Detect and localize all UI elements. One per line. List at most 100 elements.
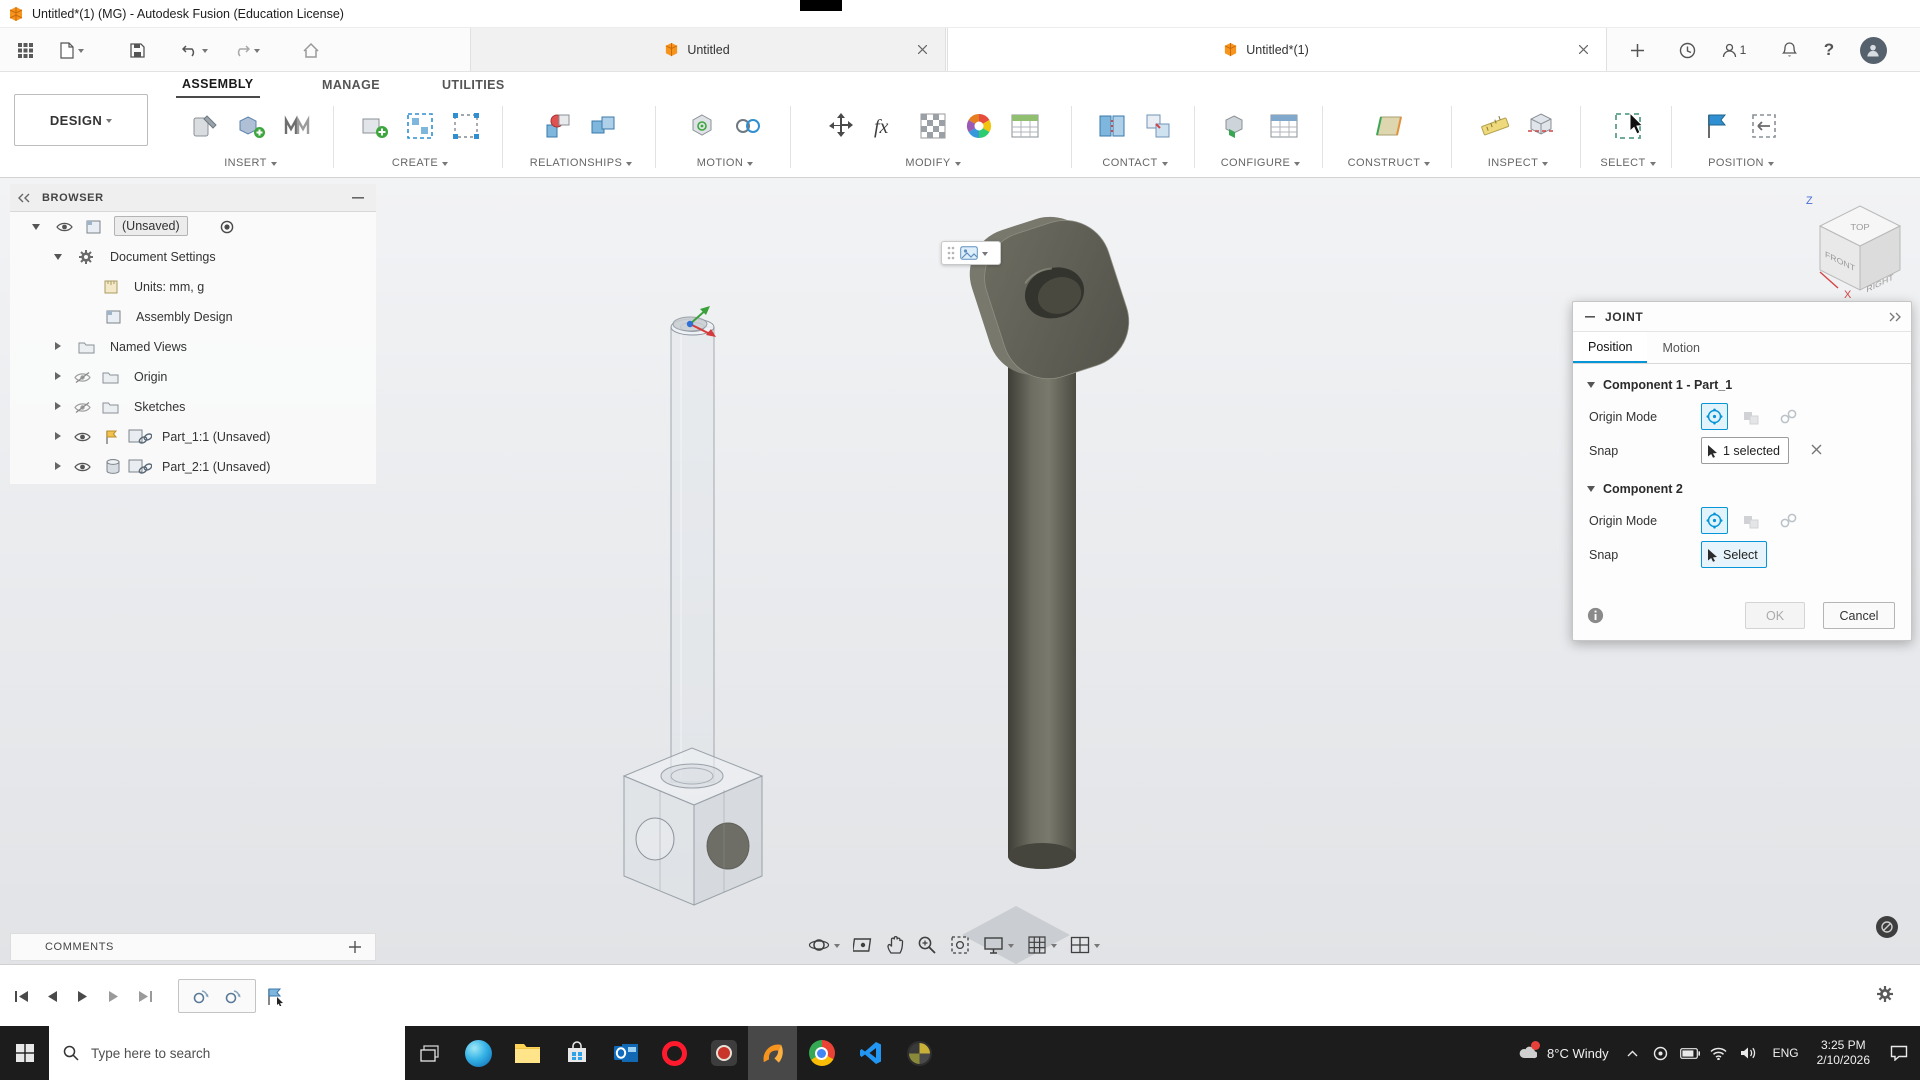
visibility-eye-icon[interactable] bbox=[74, 431, 91, 443]
browser-header[interactable]: BROWSER bbox=[10, 184, 376, 212]
profile-icon[interactable]: 1 bbox=[1712, 35, 1756, 65]
language-indicator[interactable]: ENG bbox=[1763, 1046, 1809, 1060]
wifi-icon[interactable] bbox=[1705, 1047, 1733, 1060]
taskbar-app-opera[interactable] bbox=[650, 1026, 699, 1080]
modeling-canvas[interactable]: Z TOP FRONT RIGHT X BROWSER bbox=[0, 178, 1920, 964]
revert-position-icon[interactable] bbox=[1747, 109, 1781, 143]
appearance-icon[interactable] bbox=[916, 109, 950, 143]
configuration-table-icon[interactable] bbox=[1267, 109, 1301, 143]
timeline-play-button[interactable] bbox=[70, 983, 96, 1009]
redo-button[interactable] bbox=[228, 35, 266, 65]
taskbar-app-chrome[interactable] bbox=[797, 1026, 846, 1080]
taskbar-app-outlook[interactable] bbox=[601, 1026, 650, 1080]
ribbon-group-dropdown[interactable]: CONSTRUCT bbox=[1327, 157, 1451, 169]
task-view-button[interactable] bbox=[405, 1026, 454, 1080]
insert-mcmaster-icon[interactable] bbox=[280, 109, 314, 143]
collapse-dialog-icon[interactable] bbox=[1585, 315, 1595, 319]
insert-component-icon[interactable] bbox=[234, 109, 268, 143]
display-settings-button[interactable] bbox=[983, 936, 1014, 955]
taskbar-app-edge[interactable] bbox=[454, 1026, 503, 1080]
taskbar-app-vscode[interactable] bbox=[846, 1026, 895, 1080]
browser-row-part1[interactable]: Part_1:1 (Unsaved) bbox=[10, 422, 376, 452]
zoom-button[interactable] bbox=[917, 935, 937, 955]
ok-button[interactable]: OK bbox=[1745, 602, 1805, 629]
comments-bar[interactable]: COMMENTS bbox=[10, 933, 376, 961]
browser-row-part2[interactable]: Part_2:1 (Unsaved) bbox=[10, 452, 376, 482]
ribbon-group-dropdown[interactable]: CONTACT bbox=[1076, 157, 1194, 169]
origin-mode-two-edges-button[interactable] bbox=[1775, 403, 1802, 430]
taskbar-app-fusion[interactable] bbox=[748, 1026, 797, 1080]
close-tab-icon[interactable] bbox=[911, 39, 933, 61]
tab-utilities[interactable]: UTILITIES bbox=[436, 72, 511, 98]
notifications-bell-icon[interactable] bbox=[1774, 35, 1804, 65]
origin-mode-two-edges-button[interactable] bbox=[1775, 507, 1802, 534]
move-icon[interactable] bbox=[824, 109, 858, 143]
taskbar-app-red-circle[interactable] bbox=[699, 1026, 748, 1080]
create-selection-icon[interactable] bbox=[449, 109, 483, 143]
ribbon-group-dropdown[interactable]: INSPECT bbox=[1456, 157, 1580, 169]
weather-status[interactable]: 8°C Windy bbox=[1543, 1046, 1619, 1061]
user-avatar[interactable] bbox=[1858, 35, 1888, 65]
search-input[interactable] bbox=[91, 1046, 371, 1061]
joint-origin-icon[interactable] bbox=[685, 109, 719, 143]
grid-snap-button[interactable] bbox=[1027, 935, 1057, 955]
parameters-table-icon[interactable] bbox=[1008, 109, 1042, 143]
timeline-go-end-button[interactable] bbox=[132, 983, 158, 1009]
joint-dialog-header[interactable]: JOINT bbox=[1573, 302, 1911, 332]
origin-mode-simple-button[interactable] bbox=[1701, 507, 1728, 534]
doc-tab-untitled-1[interactable]: Untitled*(1) bbox=[947, 28, 1607, 71]
create-pattern-icon[interactable] bbox=[403, 109, 437, 143]
ribbon-group-dropdown[interactable]: RELATIONSHIPS bbox=[507, 157, 655, 169]
joint-icon[interactable] bbox=[541, 109, 575, 143]
ribbon-group-dropdown[interactable]: MODIFY bbox=[795, 157, 1071, 169]
timeline-joint-feature-icon[interactable] bbox=[223, 986, 243, 1006]
expand-caret-icon[interactable] bbox=[55, 432, 61, 440]
fit-button[interactable] bbox=[950, 935, 970, 955]
clear-selection-icon[interactable] bbox=[1811, 444, 1822, 455]
visibility-eye-icon[interactable] bbox=[56, 221, 73, 233]
ghost-component[interactable] bbox=[624, 319, 762, 905]
expand-caret-icon[interactable] bbox=[55, 402, 61, 410]
minimize-panel-icon[interactable] bbox=[352, 196, 364, 200]
job-status-icon[interactable] bbox=[1672, 35, 1702, 65]
solid-component[interactable] bbox=[958, 201, 1141, 869]
expand-caret-icon[interactable] bbox=[55, 342, 61, 350]
workspace-switcher[interactable]: DESIGN bbox=[14, 94, 148, 146]
news-alert-icon[interactable] bbox=[1513, 1045, 1543, 1061]
expand-caret-icon[interactable] bbox=[54, 254, 62, 260]
snapshot-icon[interactable] bbox=[960, 246, 978, 260]
in-canvas-mini-toolbar[interactable] bbox=[941, 241, 1001, 265]
expand-caret-icon[interactable] bbox=[32, 224, 40, 230]
contact-sets-icon[interactable] bbox=[1095, 109, 1129, 143]
snap1-selection-button[interactable]: 1 selected bbox=[1701, 437, 1789, 464]
ribbon-group-dropdown[interactable]: SELECT bbox=[1585, 157, 1671, 169]
canvas-status-icon[interactable] bbox=[1876, 916, 1898, 938]
tab-position[interactable]: Position bbox=[1573, 332, 1647, 363]
configuration-icon[interactable] bbox=[1221, 109, 1255, 143]
visibility-eye-icon[interactable] bbox=[74, 461, 91, 473]
volume-icon[interactable] bbox=[1733, 1046, 1763, 1060]
origin-mode-between-faces-button[interactable] bbox=[1738, 507, 1765, 534]
snap2-select-button[interactable]: Select bbox=[1701, 541, 1767, 568]
new-component-icon[interactable] bbox=[357, 109, 391, 143]
ribbon-group-dropdown[interactable]: CREATE bbox=[338, 157, 502, 169]
timeline-go-start-button[interactable] bbox=[8, 983, 34, 1009]
clock[interactable]: 3:25 PM 2/10/2026 bbox=[1809, 1038, 1878, 1068]
timeline-step-forward-button[interactable] bbox=[101, 983, 127, 1009]
browser-row-document-settings[interactable]: Document Settings bbox=[10, 242, 376, 272]
collapse-panel-icon[interactable] bbox=[18, 193, 30, 203]
taskbar-app-file-explorer[interactable] bbox=[503, 1026, 552, 1080]
visibility-off-eye-icon[interactable] bbox=[74, 371, 91, 384]
help-icon[interactable]: ? bbox=[1814, 35, 1844, 65]
ribbon-group-dropdown[interactable]: CONFIGURE bbox=[1199, 157, 1322, 169]
construct-plane-icon[interactable] bbox=[1372, 109, 1406, 143]
browser-row-sketches[interactable]: Sketches bbox=[10, 392, 376, 422]
origin-mode-between-faces-button[interactable] bbox=[1738, 403, 1765, 430]
expand-caret-icon[interactable] bbox=[55, 372, 61, 380]
battery-icon[interactable] bbox=[1675, 1048, 1705, 1059]
component1-section-header[interactable]: Component 1 - Part_1 bbox=[1573, 370, 1911, 400]
visibility-off-eye-icon[interactable] bbox=[74, 401, 91, 414]
look-at-button[interactable] bbox=[853, 935, 873, 955]
tray-expand-chevron-icon[interactable] bbox=[1619, 1050, 1647, 1057]
save-button[interactable] bbox=[122, 35, 152, 65]
